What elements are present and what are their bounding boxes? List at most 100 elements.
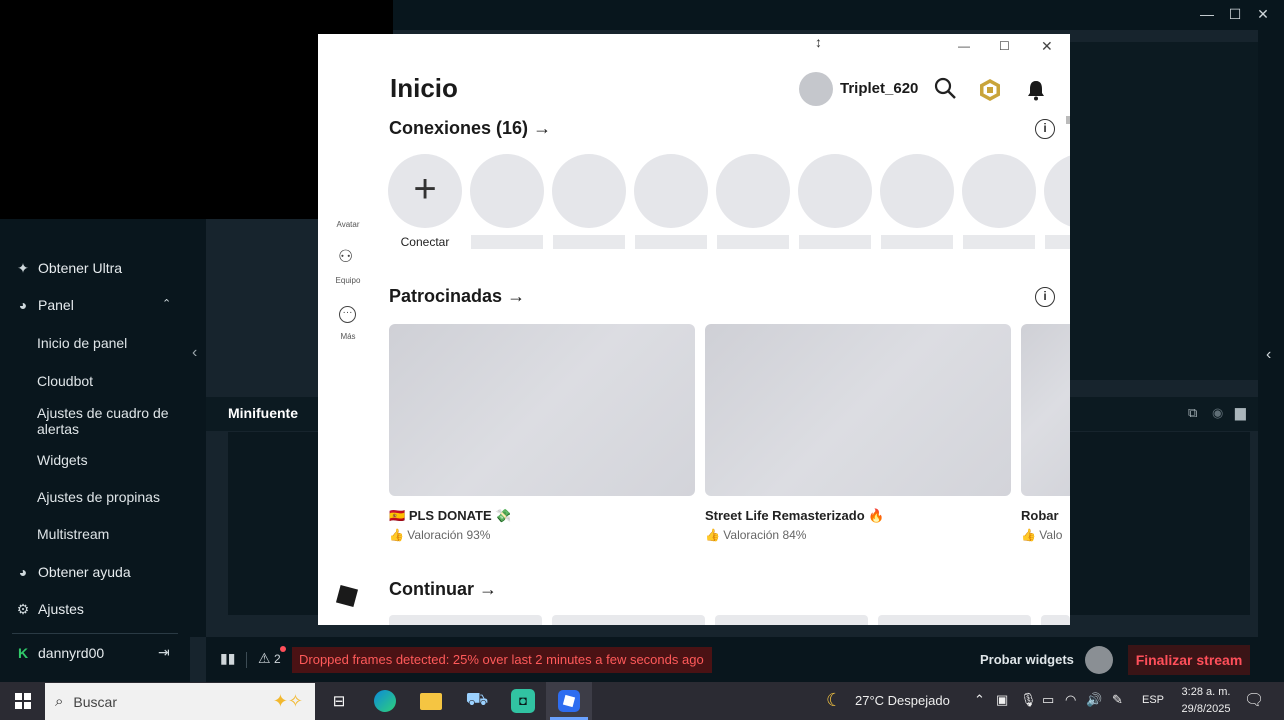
search-icon[interactable] <box>933 76 957 100</box>
chevron-left-icon[interactable]: ‹ <box>1266 346 1271 364</box>
windows-start-icon[interactable] <box>0 682 46 720</box>
logout-icon[interactable]: ⇥ <box>158 644 170 661</box>
volume-icon[interactable]: 🔊 <box>1086 692 1102 708</box>
continue-thumbnail[interactable] <box>389 615 542 625</box>
taskbar-search[interactable]: ⌕ Buscar ✦✧ <box>45 683 315 720</box>
team-icon[interactable]: ⚇ <box>338 247 353 267</box>
continue-title[interactable]: Continuar → <box>389 579 497 600</box>
dropped-frames-alert[interactable]: Dropped frames detected: 25% over last 2… <box>292 647 712 673</box>
audio-source-icon[interactable]: ◉ <box>1212 405 1223 421</box>
username-label: dannyrd00 <box>38 645 105 661</box>
friend-avatar[interactable] <box>962 154 1036 228</box>
task-view-icon[interactable]: ⊟ <box>316 682 362 720</box>
screen-source-icon[interactable]: ⧉ <box>1188 405 1197 421</box>
sidebar-item-tips[interactable]: Ajustes de propinas <box>37 489 177 505</box>
test-widgets-avatar[interactable] <box>1085 646 1113 674</box>
sidebar-item-panel[interactable]: ◕ Panel ⌃ <box>0 288 190 322</box>
friend-avatar[interactable] <box>716 154 790 228</box>
sidebar-item-ultra[interactable]: ✦ Obtener Ultra <box>0 251 190 285</box>
friend-name-placeholder <box>471 235 543 249</box>
maximize-button[interactable]: ☐ <box>999 39 1010 53</box>
game-title[interactable]: 🇪🇸 PLS DONATE 💸 <box>389 508 511 524</box>
friend-avatar[interactable] <box>1044 154 1070 228</box>
friend-avatar[interactable] <box>552 154 626 228</box>
stats-icon[interactable]: ▮▮ <box>220 650 235 667</box>
clock-time[interactable]: 3:28 a. m. <box>1176 686 1236 698</box>
end-stream-button[interactable]: Finalizar stream <box>1128 645 1250 675</box>
nav-more-label[interactable]: Más <box>318 332 378 341</box>
page-title: Inicio <box>390 73 458 103</box>
info-icon[interactable]: i <box>1035 119 1055 139</box>
close-button[interactable]: ✕ <box>1041 38 1053 55</box>
friend-avatar[interactable] <box>470 154 544 228</box>
sidebar-item-settings[interactable]: ⚙ Ajustes <box>0 592 190 626</box>
warning-icon[interactable]: ⚠ <box>258 650 271 667</box>
nav-team-label[interactable]: Equipo <box>318 276 378 285</box>
weather[interactable]: 27°C Despejado <box>855 693 950 708</box>
sidebar-item-dashboard-home[interactable]: Inicio de panel <box>37 335 177 351</box>
search-icon: ⌕ <box>55 693 64 710</box>
microphone-icon[interactable]: 🎙 <box>1020 692 1037 708</box>
avatar[interactable] <box>799 72 833 106</box>
game-rating: 👍 Valoración 84% <box>705 528 807 542</box>
friend-avatar[interactable] <box>880 154 954 228</box>
maximize-button[interactable]: ☐ <box>1224 4 1246 24</box>
clock-date[interactable]: 29/8/2025 <box>1176 703 1236 715</box>
game-title[interactable]: Street Life Remasterizado 🔥 <box>705 508 884 524</box>
sponsored-title[interactable]: Patrocinadas → <box>389 286 525 307</box>
info-icon[interactable]: i <box>1035 287 1055 307</box>
thumbs-up-icon: 👍 <box>705 528 720 542</box>
test-widgets-button[interactable]: Probar widgets <box>980 652 1074 667</box>
device-icon[interactable]: ▣ <box>996 692 1008 708</box>
notification-dot <box>280 646 286 652</box>
friend-avatar[interactable] <box>798 154 872 228</box>
roblox-logo-icon[interactable] <box>335 584 359 608</box>
minimize-button[interactable]: — <box>1196 4 1218 24</box>
continue-thumbnail[interactable] <box>715 615 868 625</box>
robux-icon[interactable] <box>978 78 1002 102</box>
nav-avatar-label[interactable]: Avatar <box>318 220 378 229</box>
store-icon[interactable]: ⛟ <box>454 682 500 720</box>
notifications-icon[interactable]: 🗨 <box>1244 690 1264 710</box>
friend-name-placeholder <box>881 235 953 249</box>
chevron-left-icon[interactable]: ‹ <box>192 344 197 362</box>
minimize-button[interactable]: — <box>958 39 970 53</box>
wifi-icon[interactable]: ◠ <box>1065 692 1076 708</box>
add-folder-icon[interactable]: ▆ <box>1235 404 1246 421</box>
game-title[interactable]: Robar <box>1021 508 1070 523</box>
pen-icon[interactable]: ✎ <box>1112 692 1123 708</box>
preview-area <box>1070 42 1258 380</box>
roblox-taskbar-icon[interactable] <box>546 682 592 720</box>
kick-logo-icon: K <box>17 645 29 661</box>
chevron-up-icon: ⌃ <box>162 298 172 310</box>
sidebar-item-alertbox[interactable]: Ajustes de cuadro de alertas <box>37 405 177 437</box>
resize-cursor-icon: ↕ <box>815 34 822 50</box>
continue-thumbnail[interactable] <box>1041 615 1070 625</box>
continue-thumbnail[interactable] <box>878 615 1031 625</box>
scrollbar[interactable] <box>1066 116 1070 124</box>
sidebar-item-multistream[interactable]: Multistream <box>37 526 177 542</box>
add-connection-icon[interactable]: + <box>388 154 462 228</box>
more-icon[interactable]: ··· <box>339 306 356 323</box>
user-account[interactable]: K dannyrd00 ⇥ <box>0 636 190 670</box>
sidebar-item-help[interactable]: ◕ Obtener ayuda <box>0 555 190 589</box>
bell-icon[interactable] <box>1024 78 1048 102</box>
username[interactable]: Triplet_620 <box>840 80 918 97</box>
chevron-up-icon[interactable]: ⌃ <box>974 692 985 708</box>
language-indicator[interactable]: ESP <box>1142 694 1164 706</box>
continue-thumbnail[interactable] <box>552 615 705 625</box>
edge-icon[interactable] <box>362 682 408 720</box>
game-thumbnail[interactable] <box>1021 324 1070 496</box>
game-thumbnail[interactable] <box>389 324 695 496</box>
sidebar-item-label: Obtener ayuda <box>38 564 131 580</box>
streamlabs-icon[interactable]: ◘ <box>500 682 546 720</box>
game-thumbnail[interactable] <box>705 324 1011 496</box>
close-button[interactable]: ✕ <box>1252 4 1274 24</box>
file-explorer-icon[interactable] <box>408 682 454 720</box>
friend-avatar[interactable] <box>634 154 708 228</box>
sidebar-item-widgets[interactable]: Widgets <box>37 452 177 468</box>
connections-title[interactable]: Conexiones (16) → <box>389 118 551 139</box>
friend-name-placeholder <box>553 235 625 249</box>
sidebar-item-cloudbot[interactable]: Cloudbot <box>37 373 177 389</box>
battery-icon[interactable]: ▭ <box>1042 692 1054 708</box>
